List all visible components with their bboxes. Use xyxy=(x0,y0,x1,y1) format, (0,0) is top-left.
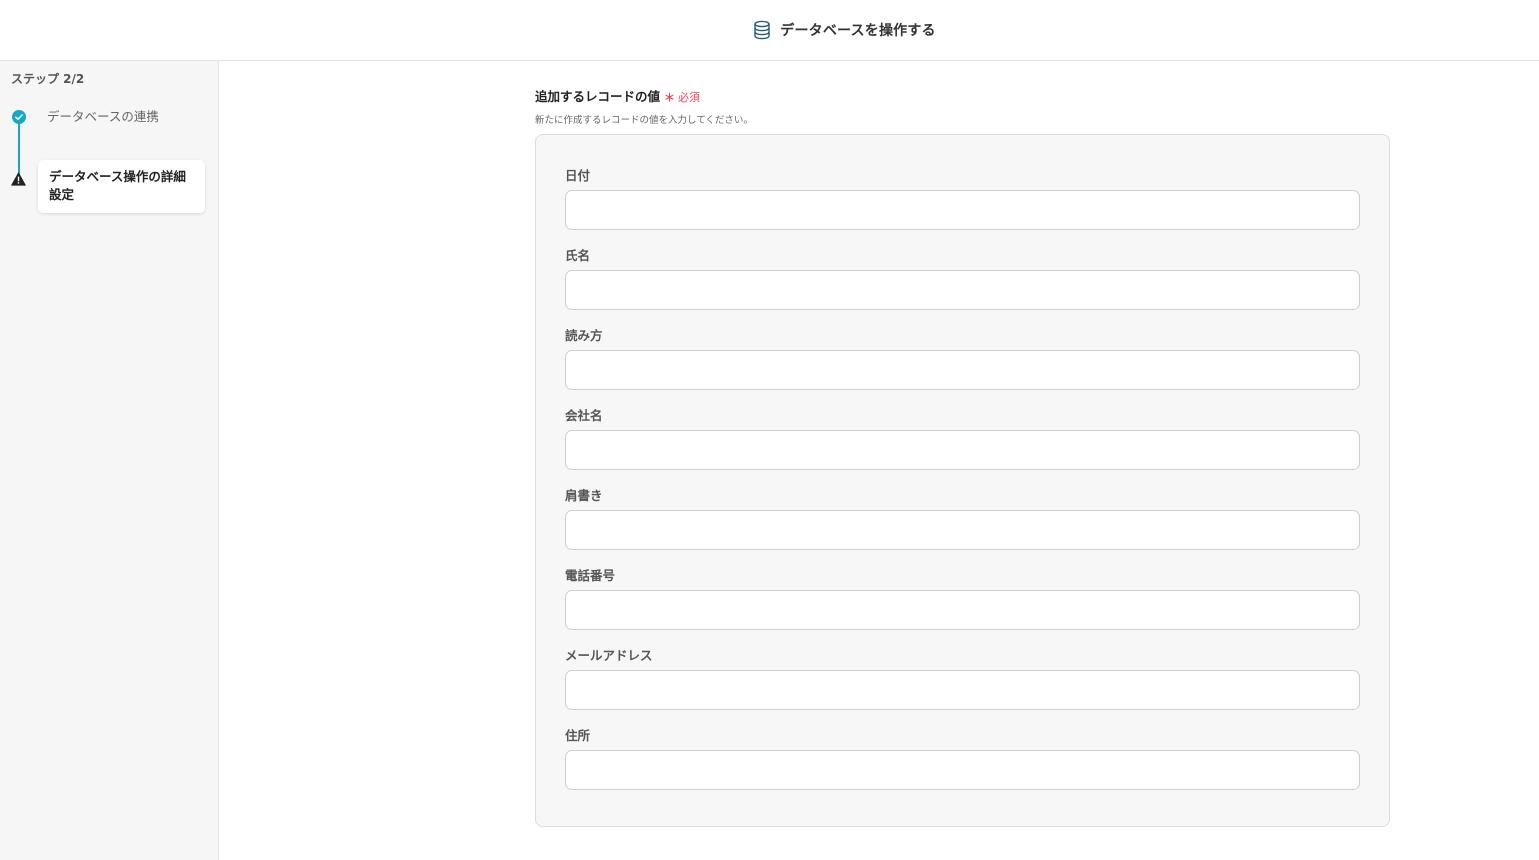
required-label: 必須 xyxy=(678,91,701,104)
sidebar-step-database-link[interactable]: データベースの連携 xyxy=(47,106,159,125)
field-label-phone: 電話番号 xyxy=(565,568,616,583)
step-progress-line xyxy=(18,123,20,178)
field-label-name: 氏名 xyxy=(565,248,591,263)
company-input[interactable] xyxy=(565,430,1360,470)
field-label-email: メールアドレス xyxy=(565,648,653,663)
field-label-title: 肩書き xyxy=(565,488,603,503)
name-input[interactable] xyxy=(565,270,1360,310)
page-header: データベースを操作する xyxy=(0,0,1539,61)
reading-input[interactable] xyxy=(565,350,1360,390)
address-input[interactable] xyxy=(565,750,1360,790)
date-input[interactable] xyxy=(565,190,1360,230)
page-title: データベースを操作する xyxy=(780,23,936,39)
record-values-form: 日付 氏名 読み方 会社名 肩書き 電話番号 メールアドレス 住所 xyxy=(535,134,1390,827)
check-circle-icon xyxy=(12,109,26,128)
field-label-address: 住所 xyxy=(565,728,591,743)
section-description: 新たに作成するレコードの値を入力してください。 xyxy=(535,115,753,126)
phone-input[interactable] xyxy=(565,590,1360,630)
required-asterisk: ＊ xyxy=(664,91,676,104)
job-title-input[interactable] xyxy=(565,510,1360,550)
section-title: 追加するレコードの値 ＊ 必須 xyxy=(535,86,700,105)
main-content: 追加するレコードの値 ＊ 必須 新たに作成するレコードの値を入力してください。 … xyxy=(219,61,1539,860)
email-input[interactable] xyxy=(565,670,1360,710)
step-sidebar: ステップ 2/2 データベースの連携 データベース操作の詳細設定 xyxy=(0,61,219,860)
field-label-date: 日付 xyxy=(565,168,591,183)
database-icon xyxy=(753,20,771,40)
field-label-company: 会社名 xyxy=(565,408,603,423)
section-title-text: 追加するレコードの値 xyxy=(535,89,661,104)
step-counter: ステップ 2/2 xyxy=(11,72,85,86)
field-label-reading: 読み方 xyxy=(565,328,603,343)
sidebar-step-operation-settings[interactable]: データベース操作の詳細設定 xyxy=(38,160,205,213)
warning-icon xyxy=(11,171,26,190)
